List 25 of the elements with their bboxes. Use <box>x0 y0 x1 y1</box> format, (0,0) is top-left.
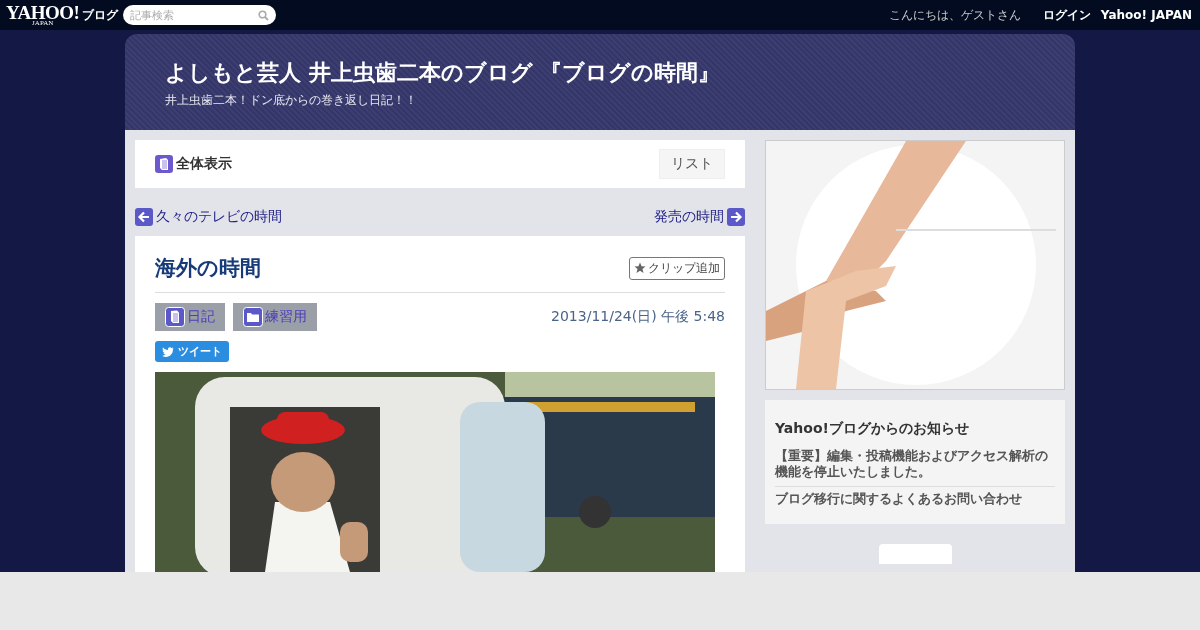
header-link[interactable]: ログイン <box>1042 6 1091 24</box>
next-post-link[interactable]: 発売の時間 <box>654 208 745 226</box>
article-title[interactable]: 海外の時間 <box>155 254 261 282</box>
header-link[interactable]: Yahoo! JAPAN <box>1100 8 1192 22</box>
notice-link[interactable]: ブログ移行に関するよくあるお問い合わせ <box>775 485 1055 512</box>
book-icon <box>155 155 173 173</box>
book-icon <box>165 307 185 327</box>
view-label[interactable]: 全体表示 <box>176 155 232 173</box>
notice-link[interactable]: 【重要】編集・投稿機能およびアクセス解析の機能を停止いたしました。 <box>775 444 1055 486</box>
notice-title: Yahoo!ブログからのお知らせ <box>775 420 970 438</box>
folder-icon <box>243 307 263 327</box>
right-arrow-icon <box>727 208 745 226</box>
tweet-button[interactable]: ツイート <box>155 341 229 362</box>
blog-title[interactable]: よしもと芸人 井上虫歯二本のブログ 『ブログの時間』 <box>165 58 1035 88</box>
star-icon <box>634 262 646 274</box>
previous-post-link[interactable]: 久々のテレビの時間 <box>135 208 282 226</box>
search-field[interactable]: 記事検索 <box>123 5 277 25</box>
blog-subtitle: 井上虫歯二本！ドン底からの巻き返し日記！！ <box>165 92 418 109</box>
greeting-text: こんにちは、ゲストさん <box>888 6 1021 24</box>
service-name: ブログ <box>82 6 119 24</box>
list-button[interactable]: リスト <box>659 149 725 179</box>
bird-icon <box>162 346 174 357</box>
post-date: 2013/11/24(日) 午後 5:48 <box>551 308 725 326</box>
clip-button[interactable]: クリップ追加 <box>629 256 725 280</box>
left-arrow-icon <box>135 208 153 226</box>
